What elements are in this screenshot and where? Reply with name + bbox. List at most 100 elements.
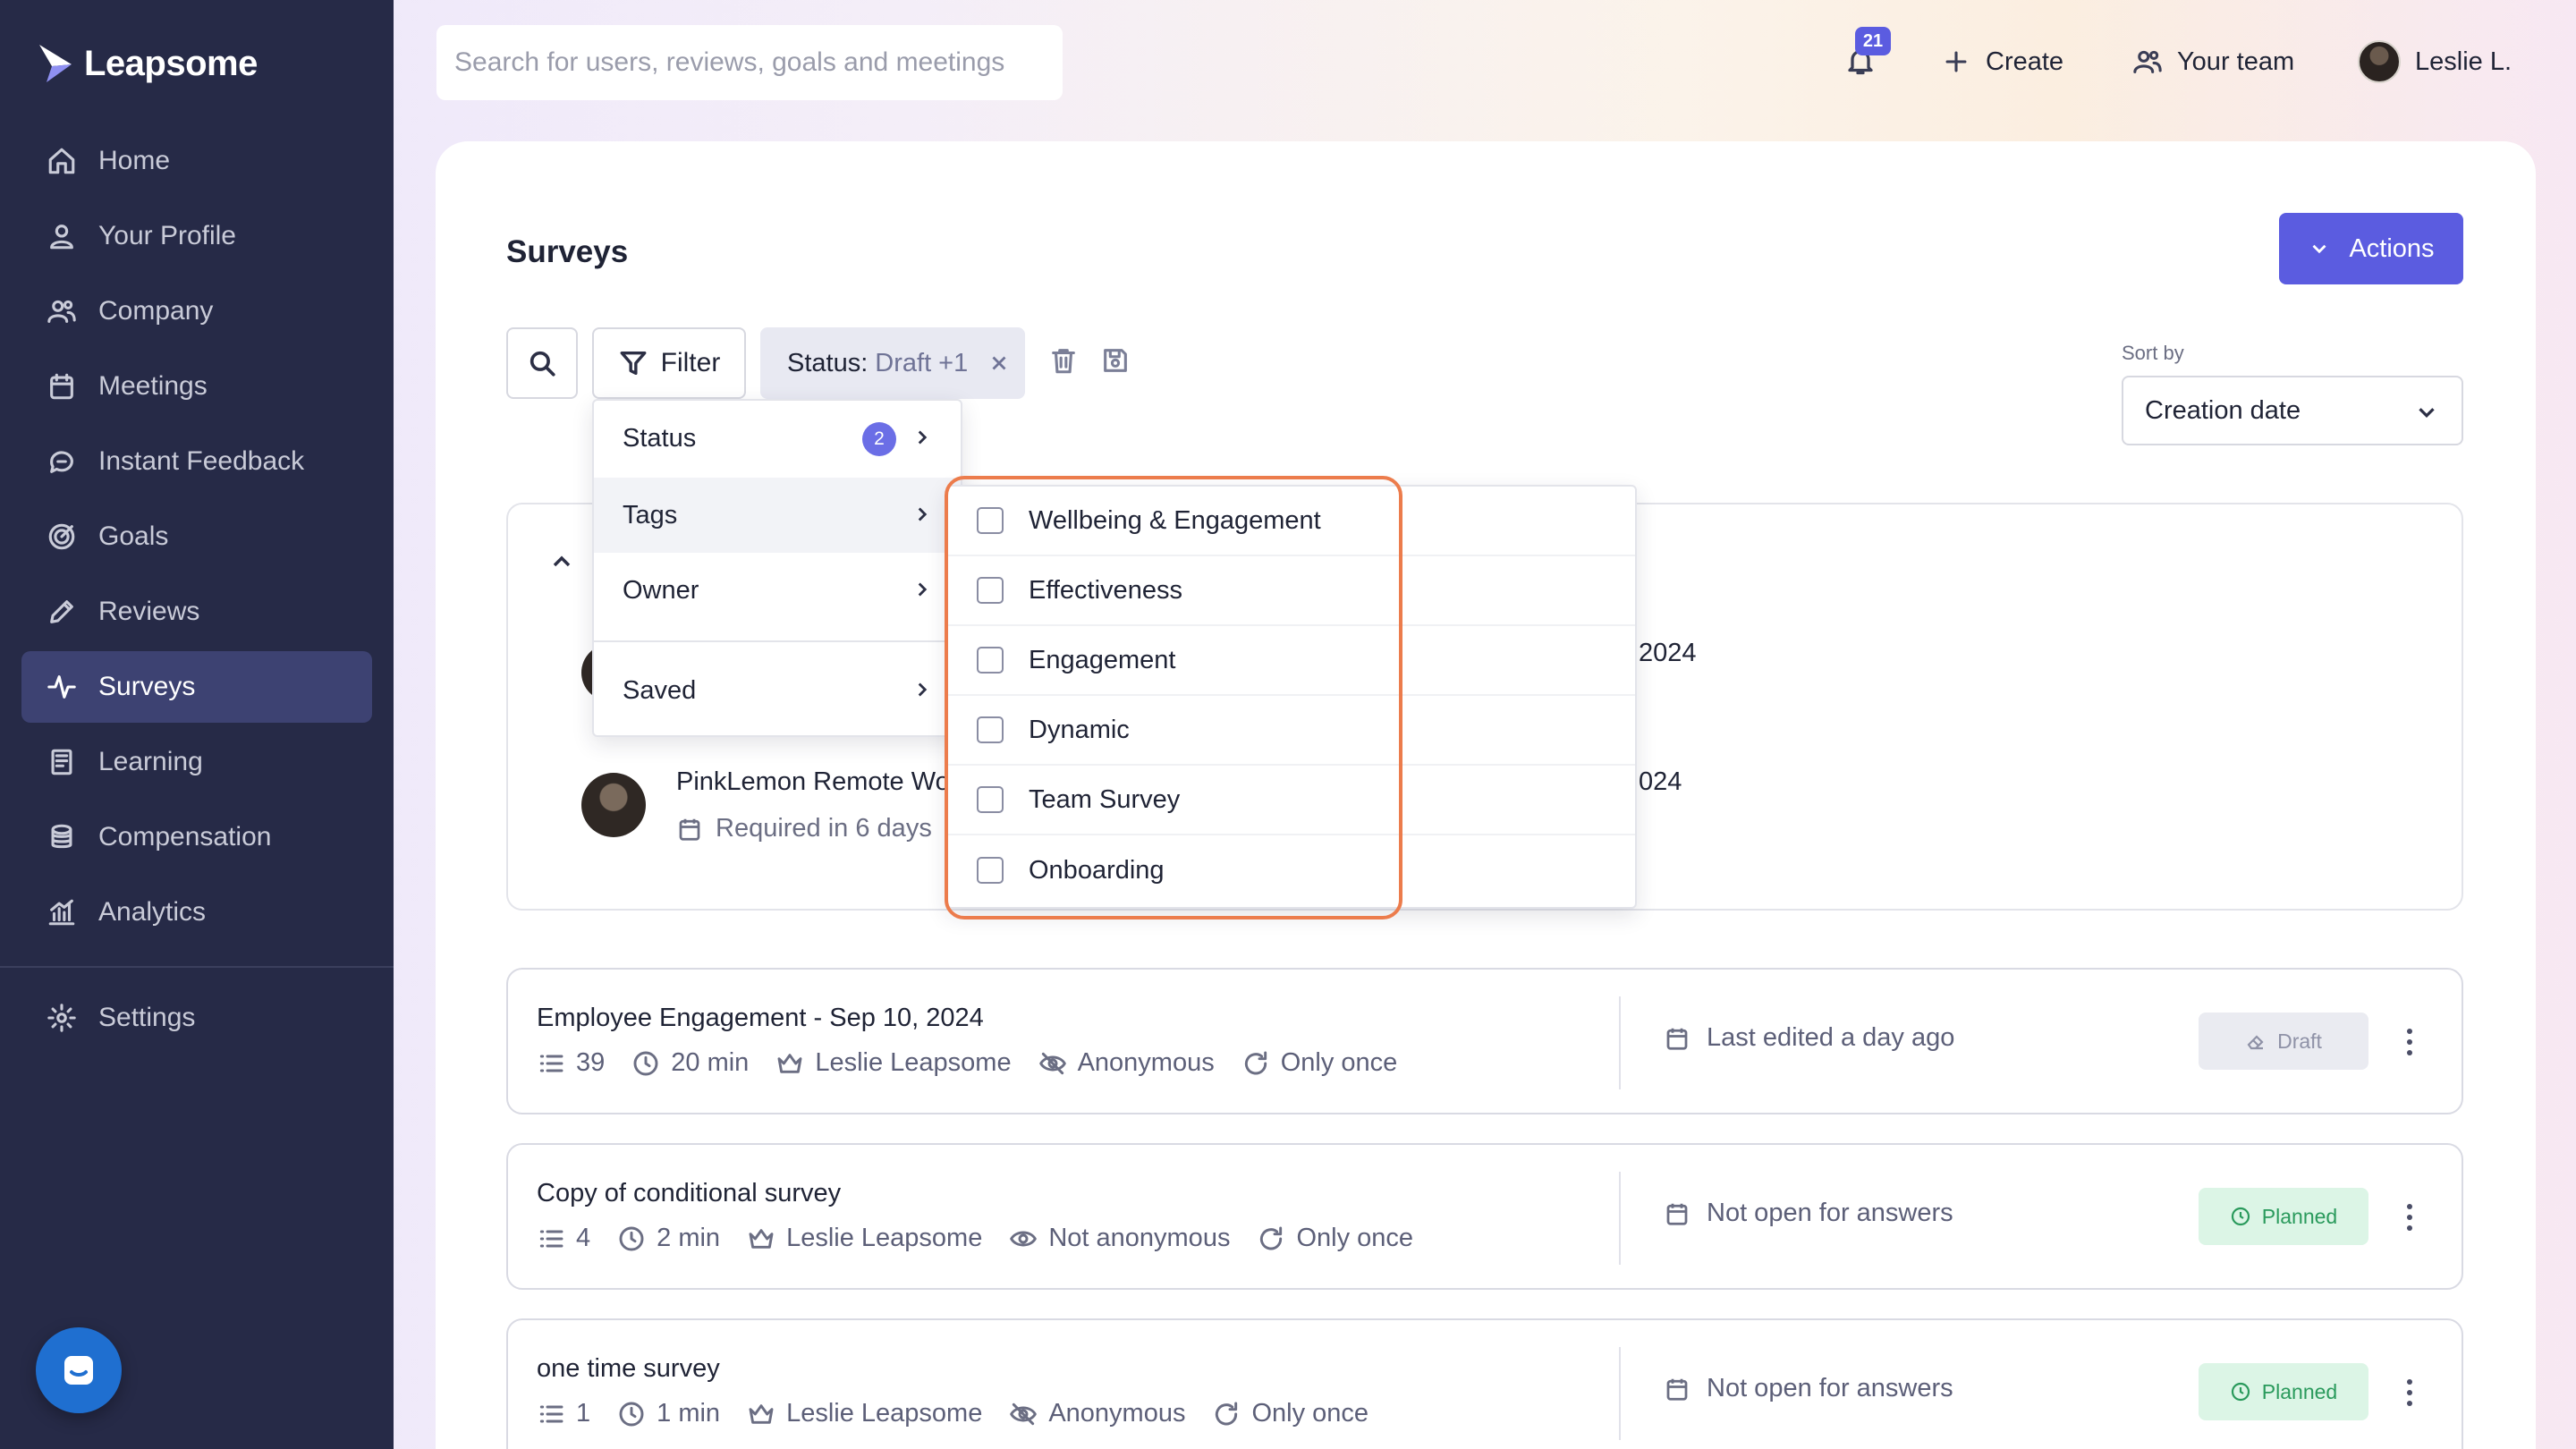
tag-option[interactable]: Engagement (948, 626, 1635, 696)
survey-row[interactable]: one time survey 1 1 min Leslie Leapsome … (506, 1318, 2463, 1449)
actions-label: Actions (2349, 233, 2435, 263)
sidebar-item-home[interactable]: Home (21, 125, 372, 197)
sidebar-item-your-profile[interactable]: Your Profile (21, 200, 372, 272)
sidebar-item-goals[interactable]: Goals (21, 501, 372, 572)
sidebar-item-surveys[interactable]: Surveys (21, 651, 372, 723)
sidebar-item-analytics[interactable]: Analytics (21, 877, 372, 948)
owner: Leslie Leapsome (775, 1048, 1012, 1078)
eye-off-icon (1010, 1402, 1038, 1425)
your-team-button[interactable]: Your team (2132, 32, 2294, 91)
privacy-value: Not anonymous (1048, 1224, 1231, 1252)
sidebar-item-reviews[interactable]: Reviews (21, 576, 372, 648)
more-options-button[interactable] (2394, 1370, 2426, 1415)
checkbox[interactable] (977, 577, 1004, 604)
team-icon (2133, 50, 2162, 73)
sort-select[interactable]: Creation date (2122, 376, 2463, 445)
questions-value: 1 (576, 1399, 591, 1428)
frequency: Only once (1241, 1048, 1398, 1078)
sort-by-label: Sort by (2122, 342, 2184, 364)
survey-meta: 1 1 min Leslie Leapsome Anonymous Only o… (537, 1399, 1395, 1428)
filter-label: Filter (660, 348, 721, 377)
remove-filter-button[interactable] (987, 352, 1011, 375)
duration: 20 min (631, 1048, 749, 1078)
search-button[interactable] (506, 327, 578, 399)
duration: 1 min (617, 1399, 720, 1428)
dot (2407, 1204, 2412, 1209)
filter-menu-item-status[interactable]: Status 2 (594, 401, 961, 476)
frequency: Only once (1257, 1224, 1413, 1253)
sidebar-item-learning[interactable]: Learning (21, 726, 372, 798)
survey-row[interactable]: Employee Engagement - Sep 10, 2024 39 20… (506, 968, 2463, 1114)
sidebar-item-company[interactable]: Company (21, 275, 372, 347)
privacy-value: Anonymous (1048, 1399, 1186, 1428)
group-row-title[interactable]: PinkLemon Remote Wo (676, 767, 950, 797)
dot (2407, 1401, 2412, 1406)
global-search[interactable] (436, 25, 1063, 100)
checkbox[interactable] (977, 507, 1004, 534)
sidebar-item-meetings[interactable]: Meetings (21, 351, 372, 422)
tag-option[interactable]: Effectiveness (948, 556, 1635, 626)
eraser-icon (2247, 1035, 2264, 1050)
duration-value: 20 min (671, 1048, 750, 1077)
dot (2407, 1215, 2412, 1220)
frequency-value: Only once (1280, 1048, 1398, 1077)
more-options-button[interactable] (2394, 1020, 2426, 1064)
filter-menu-item-owner[interactable]: Owner (594, 553, 961, 628)
user-menu[interactable]: Leslie L. (2358, 32, 2512, 91)
checkbox[interactable] (977, 647, 1004, 674)
actions-button[interactable]: Actions (2279, 213, 2463, 284)
calendar-icon (47, 371, 77, 402)
frequency: Only once (1212, 1399, 1368, 1428)
page-title: Surveys (506, 234, 629, 269)
filter-menu-item-tags[interactable]: Tags (594, 478, 961, 553)
tag-option[interactable]: Dynamic (948, 696, 1635, 766)
sidebar-item-settings[interactable]: Settings (21, 982, 372, 1054)
frequency-value: Only once (1296, 1224, 1414, 1252)
checkbox[interactable] (977, 716, 1004, 743)
filter-menu: Status 2 Tags Owner Saved (592, 399, 962, 737)
sidebar-item-instant-feedback[interactable]: Instant Feedback (21, 426, 372, 497)
survey-title[interactable]: Employee Engagement - Sep 10, 2024 (537, 1004, 984, 1033)
filter-menu-label: Owner (623, 575, 699, 605)
collapse-group-button[interactable] (547, 547, 580, 580)
tag-option[interactable]: Wellbeing & Engagement (948, 487, 1635, 556)
filter-button[interactable]: Filter (592, 327, 746, 399)
clock-icon (633, 1051, 658, 1075)
survey-status: Not open for answers (1664, 1374, 1953, 1403)
status-text: Last edited a day ago (1707, 1023, 1955, 1052)
trash-icon (1052, 349, 1075, 374)
create-button[interactable]: Create (1941, 32, 2063, 91)
support-chat-button[interactable] (36, 1327, 122, 1413)
global-search-input[interactable] (454, 47, 1063, 78)
crown-icon (749, 1228, 774, 1249)
survey-title[interactable]: Copy of conditional survey (537, 1179, 841, 1208)
tag-label: Engagement (1029, 645, 1176, 674)
chat-icon (47, 446, 77, 477)
home-icon (47, 146, 77, 176)
tag-label: Effectiveness (1029, 575, 1182, 605)
save-filter-button[interactable] (1100, 345, 1132, 377)
checkbox[interactable] (977, 857, 1004, 884)
pencil-icon (47, 597, 77, 627)
tag-option[interactable]: Onboarding (948, 835, 1635, 905)
status-filter-chip[interactable]: Status: Draft +1 (760, 327, 1025, 399)
survey-meta: 39 20 min Leslie Leapsome Anonymous Only… (537, 1048, 1424, 1078)
questions-count: 4 (537, 1224, 590, 1253)
filter-menu-label: Saved (623, 675, 697, 705)
survey-row[interactable]: Copy of conditional survey 4 2 min Lesli… (506, 1143, 2463, 1290)
sort-value: Creation date (2145, 395, 2301, 425)
checkbox[interactable] (977, 786, 1004, 813)
more-options-button[interactable] (2394, 1195, 2426, 1240)
refresh-icon (1244, 1051, 1267, 1074)
tag-option[interactable]: Team Survey (948, 766, 1635, 835)
clock-icon (619, 1402, 644, 1426)
filter-menu-item-saved[interactable]: Saved (594, 653, 961, 728)
sidebar-item-compensation[interactable]: Compensation (21, 801, 372, 873)
clock-icon (2231, 1382, 2250, 1402)
survey-title[interactable]: one time survey (537, 1354, 720, 1384)
app-logo[interactable]: Leapsome (38, 43, 258, 84)
clear-filters-button[interactable] (1048, 345, 1080, 377)
row-divider (1619, 1172, 1621, 1265)
user-name: Leslie L. (2415, 47, 2512, 76)
calendar-icon (1666, 1203, 1688, 1225)
